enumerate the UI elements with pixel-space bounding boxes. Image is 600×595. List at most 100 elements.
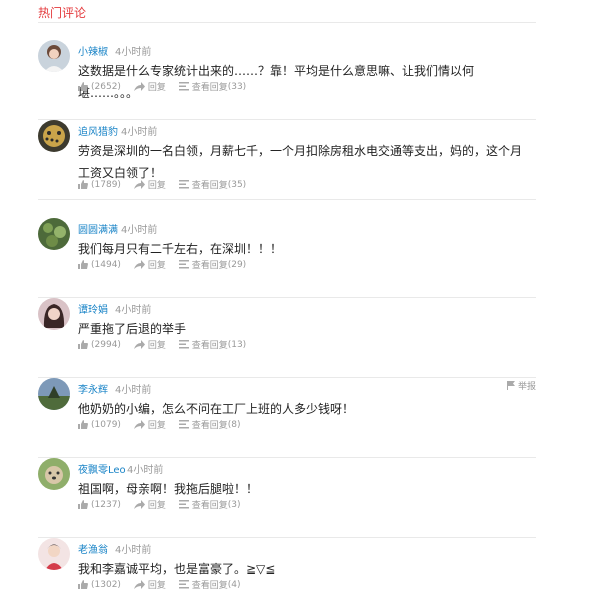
share-arrow-icon xyxy=(133,180,145,189)
view-replies-label: 查看回复 xyxy=(191,181,228,191)
thumbs-up-icon xyxy=(78,500,88,509)
comment-item: 谭玲娟 4小时前 严重拖了后退的举手 (2994) 回复 查看回复 (13) xyxy=(38,298,536,378)
comment-item: 李永辉 4小时前 举报 他奶奶的小编，怎么不问在工厂上班的人多少钱呀！ (107… xyxy=(38,378,536,458)
list-icon xyxy=(178,420,189,429)
reply-label: 回复 xyxy=(147,83,166,93)
share-arrow-icon xyxy=(133,420,145,429)
reply-button[interactable]: 回复 xyxy=(133,578,166,591)
avatar[interactable] xyxy=(38,218,70,250)
comment-username[interactable]: 小辣椒 xyxy=(78,43,108,58)
view-replies-button[interactable]: 查看回复 (4) xyxy=(178,578,241,591)
comment-actions: (1237) 回复 查看回复 (3) xyxy=(78,498,250,512)
avatar[interactable] xyxy=(38,298,70,330)
reply-button[interactable]: 回复 xyxy=(133,178,166,191)
thumbs-up-icon xyxy=(78,580,88,589)
list-icon xyxy=(178,260,189,269)
comment-username[interactable]: 李永辉 xyxy=(78,381,108,396)
like-count: (2994) xyxy=(91,339,121,350)
reply-count: (3) xyxy=(227,499,241,510)
share-arrow-icon xyxy=(133,500,145,509)
like-count: (1789) xyxy=(91,179,121,190)
reply-count: (29) xyxy=(227,259,247,270)
view-replies-button[interactable]: 查看回复 (33) xyxy=(178,80,247,93)
like-button[interactable]: (1237) xyxy=(78,500,121,510)
reply-button[interactable]: 回复 xyxy=(133,80,166,93)
avatar[interactable] xyxy=(38,120,70,152)
comment-time: 4小时前 xyxy=(127,465,164,476)
comment-actions: (2652) 回复 查看回复 (33) xyxy=(78,80,256,94)
view-replies-button[interactable]: 查看回复 (13) xyxy=(178,338,246,351)
view-replies-label: 查看回复 xyxy=(191,421,228,431)
like-count: (1302) xyxy=(91,579,121,590)
reply-count: (4) xyxy=(227,579,241,590)
avatar[interactable] xyxy=(38,40,70,72)
view-replies-label: 查看回复 xyxy=(191,501,228,511)
comment-username[interactable]: 圆圆满满 xyxy=(78,221,118,236)
like-button[interactable]: (1789) xyxy=(78,180,121,190)
reply-count: (33) xyxy=(227,81,247,92)
comment-item: 老渔翁 4小时前 我和李嘉诚平均，也是富豪了。≧▽≦ (1302) 回复 查看回… xyxy=(38,538,536,595)
comment-time: 4小时前 xyxy=(115,305,152,316)
like-count: (1079) xyxy=(91,419,121,430)
comment-username[interactable]: 夜飘零Leo xyxy=(78,461,126,476)
comment-time: 4小时前 xyxy=(115,385,152,396)
comment-username[interactable]: 老渔翁 xyxy=(78,541,108,556)
comment-text: 我们每月只有二千左右，在深圳！！！ xyxy=(78,242,283,256)
share-arrow-icon xyxy=(133,260,145,269)
like-button[interactable]: (2994) xyxy=(78,340,121,350)
title-divider xyxy=(38,22,536,23)
reply-button[interactable]: 回复 xyxy=(133,258,166,271)
comment-time: 4小时前 xyxy=(115,47,152,58)
reply-label: 回复 xyxy=(147,421,166,431)
reply-button[interactable]: 回复 xyxy=(133,338,166,351)
like-button[interactable]: (1079) xyxy=(78,420,121,430)
like-count: (1237) xyxy=(91,499,121,510)
comment-actions: (1789) 回复 查看回复 (35) xyxy=(78,178,256,192)
view-replies-button[interactable]: 查看回复 (8) xyxy=(178,418,241,431)
comment-actions: (2994) 回复 查看回复 (13) xyxy=(78,338,256,352)
reply-label: 回复 xyxy=(147,261,166,271)
view-replies-button[interactable]: 查看回复 (29) xyxy=(178,258,247,271)
like-button[interactable]: (2652) xyxy=(78,82,121,92)
list-icon xyxy=(178,180,189,189)
comment-actions: (1302) 回复 查看回复 (4) xyxy=(78,578,250,592)
comment-text: 他奶奶的小编，怎么不问在工厂上班的人多少钱呀！ xyxy=(78,402,355,416)
avatar[interactable] xyxy=(38,458,70,490)
comment-text: 严重拖了后退的举手 xyxy=(78,322,187,336)
flag-icon xyxy=(506,381,515,390)
share-arrow-icon xyxy=(133,340,145,349)
reply-count: (8) xyxy=(227,419,241,430)
comment-text: 我和李嘉诚平均，也是富豪了。≧▽≦ xyxy=(78,562,276,576)
avatar[interactable] xyxy=(38,538,70,570)
reply-label: 回复 xyxy=(147,341,166,351)
comment-actions: (1079) 回复 查看回复 (8) xyxy=(78,418,250,432)
thumbs-up-icon xyxy=(78,340,88,349)
comment-time: 4小时前 xyxy=(121,127,158,138)
view-replies-label: 查看回复 xyxy=(191,341,228,351)
list-icon xyxy=(178,580,189,589)
like-button[interactable]: (1302) xyxy=(78,580,121,590)
comment-item: 小辣椒 4小时前 这数据是什么专家统计出来的……？靠！平均是什么意思嘛、让我们情… xyxy=(38,40,536,120)
comment-username[interactable]: 谭玲娟 xyxy=(78,301,108,316)
comment-text: 祖国啊，母亲啊！我拖后腿啦！！ xyxy=(78,482,259,496)
view-replies-label: 查看回复 xyxy=(191,83,228,93)
reply-label: 回复 xyxy=(147,181,166,191)
share-arrow-icon xyxy=(133,82,145,91)
comment-divider xyxy=(38,199,536,200)
hot-comments-panel: 热门评论 小辣椒 4小时前 这数据是什么专家统计出来的……？靠！平均是什么意思嘛… xyxy=(0,0,600,595)
share-arrow-icon xyxy=(133,580,145,589)
view-replies-button[interactable]: 查看回复 (35) xyxy=(178,178,246,191)
view-replies-label: 查看回复 xyxy=(191,581,228,591)
like-button[interactable]: (1494) xyxy=(78,260,121,270)
comment-item: 夜飘零Leo 4小时前 祖国啊，母亲啊！我拖后腿啦！！ (1237) 回复 查看… xyxy=(38,458,536,538)
report-label: 举报 xyxy=(517,382,536,392)
reply-button[interactable]: 回复 xyxy=(133,498,166,511)
avatar[interactable] xyxy=(38,378,70,410)
comment-actions: (1494) 回复 查看回复 (29) xyxy=(78,258,256,272)
comment-username[interactable]: 追风猎豹 xyxy=(78,123,118,138)
view-replies-button[interactable]: 查看回复 (3) xyxy=(178,498,241,511)
like-count: (1494) xyxy=(91,259,121,270)
list-icon xyxy=(178,340,189,349)
report-button[interactable]: 举报 xyxy=(506,379,536,392)
reply-button[interactable]: 回复 xyxy=(133,418,166,431)
